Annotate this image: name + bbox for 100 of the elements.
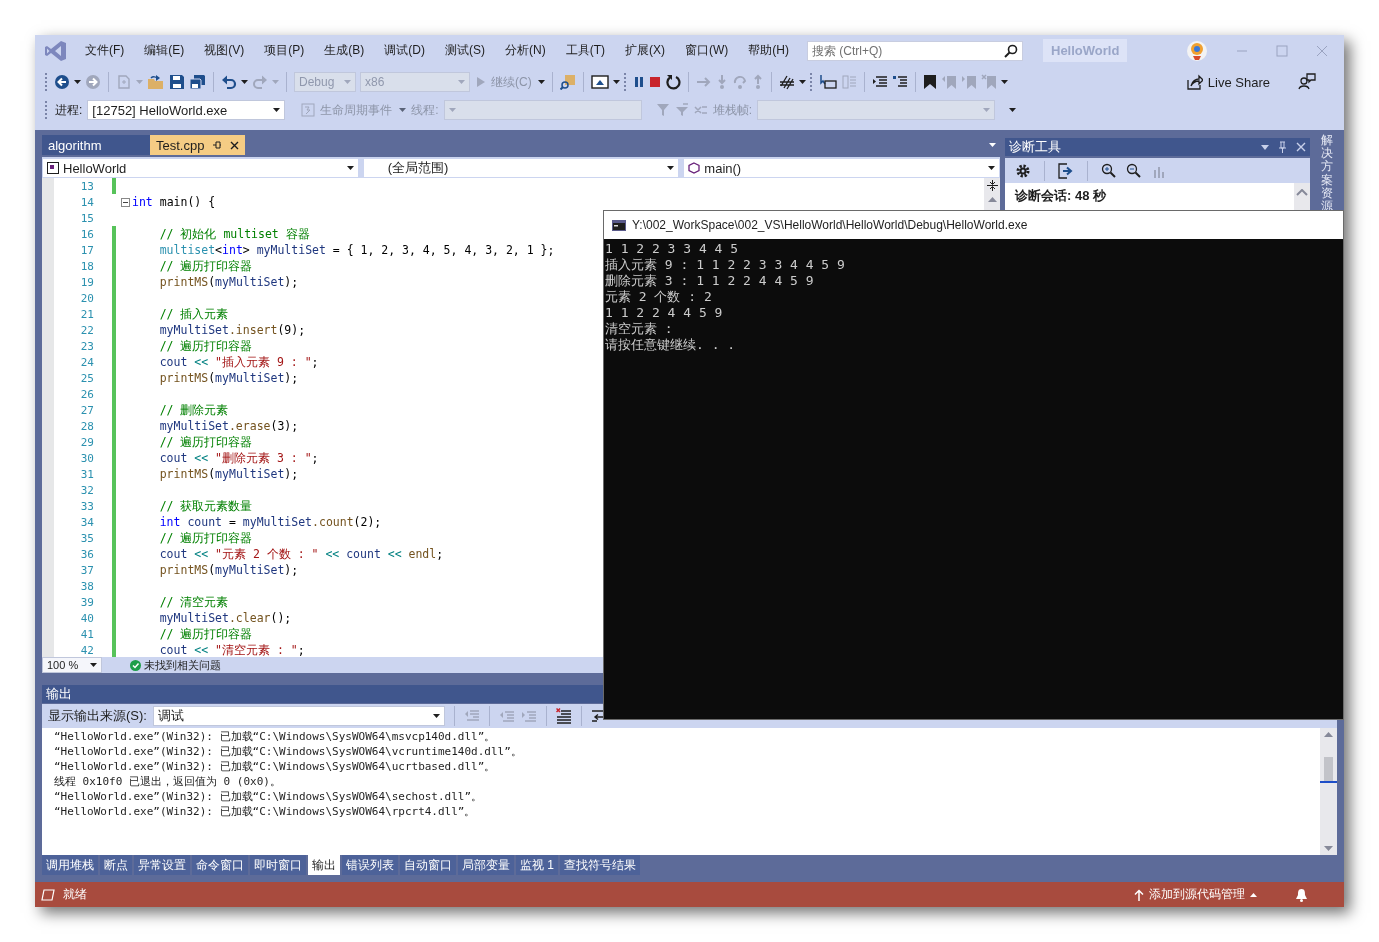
save-all-icon[interactable] (189, 74, 206, 90)
toolbar-grip[interactable] (45, 73, 50, 91)
line-number: 14 (79, 195, 94, 209)
stop-icon[interactable] (648, 76, 661, 88)
split-icon[interactable] (986, 180, 998, 191)
toolbar-grip[interactable] (45, 101, 50, 119)
source-control-button[interactable]: 添加到源代码管理 (1132, 886, 1259, 903)
hatched-icon[interactable] (778, 74, 795, 90)
menu-item[interactable]: 视图(V) (194, 39, 255, 62)
line-number: 25 (79, 371, 94, 385)
tool-window-tab[interactable]: 即时窗口 (250, 855, 306, 875)
indent-icon[interactable] (871, 74, 888, 90)
clear-all-icon[interactable] (555, 708, 572, 724)
tool-window-tab[interactable]: 命令窗口 (192, 855, 248, 875)
avatar-icon[interactable] (1186, 39, 1208, 62)
tool-window-tab[interactable]: 输出 (308, 855, 340, 875)
export-icon[interactable] (1058, 162, 1074, 179)
window-icon[interactable] (590, 74, 609, 90)
live-share-button[interactable]: Live Share (1184, 74, 1272, 90)
output-source-label: 显示输出来源(S): (48, 707, 147, 725)
menu-item[interactable]: 工具(T) (555, 39, 615, 62)
dropdown-icon[interactable] (1261, 144, 1269, 150)
menu-item[interactable]: 调试(D) (374, 39, 435, 62)
editor-tab[interactable]: algorithm (42, 135, 150, 155)
restart-icon[interactable] (664, 74, 681, 90)
member-dropdown[interactable]: main() (683, 158, 1000, 178)
caret-icon[interactable] (273, 108, 281, 112)
tool-window-tab[interactable]: 异常设置 (134, 855, 190, 875)
caret-icon[interactable] (537, 80, 545, 84)
code-line: myMultiSet.insert(9); (158, 323, 306, 337)
search-icon[interactable] (1004, 43, 1018, 58)
tool-window-tab[interactable]: 调用堆栈 (42, 855, 98, 875)
caret-icon[interactable] (346, 166, 354, 170)
menu-item[interactable]: 文件(F) (75, 39, 135, 62)
console-line: 请按任意键继续. . . (605, 337, 737, 353)
back-icon[interactable] (54, 74, 70, 90)
line-number: 37 (79, 563, 94, 577)
tool-window-tab[interactable]: 查找符号结果 (560, 855, 640, 875)
menu-item[interactable]: 编辑(E) (134, 39, 195, 62)
caret-icon[interactable] (432, 714, 440, 718)
caret-icon[interactable] (1009, 108, 1017, 112)
scroll-up-icon[interactable] (987, 197, 997, 202)
tool-window-tab[interactable]: 监视 1 (516, 855, 558, 875)
menu-item[interactable]: 分析(N) (495, 39, 556, 62)
toolbar-grip[interactable] (623, 73, 629, 91)
panel-title: 诊断工具 (1009, 138, 1061, 156)
menu-item[interactable]: 窗口(W) (675, 39, 739, 62)
scroll-up-icon[interactable] (1324, 732, 1333, 737)
tool-window-tab[interactable]: 自动窗口 (400, 855, 456, 875)
output-line: “HelloWorld.exe”(Win32): 已加载“C:\Windows\SysWOW64\sechost.dll”。 (54, 789, 484, 804)
caret-icon[interactable] (1000, 80, 1008, 84)
open-folder-icon[interactable] (147, 74, 165, 90)
editor-tab[interactable]: Test.cpp (150, 135, 246, 155)
output-source-dropdown[interactable]: 调试 (152, 706, 445, 726)
menu-item[interactable]: 测试(S) (435, 39, 495, 62)
collapse-icon[interactable] (121, 197, 130, 207)
zoom-out-icon[interactable] (1126, 163, 1141, 178)
notification-icon[interactable] (1295, 887, 1308, 902)
code-line: cout << "插入元素 9 : "; (158, 354, 319, 370)
cursor-box-icon[interactable] (818, 74, 837, 90)
code-line: // 遍历打印容器 (158, 626, 253, 642)
scope-dropdown[interactable]: (全局范围) (362, 158, 680, 178)
pause-icon[interactable] (632, 76, 645, 88)
scrollbar-thumb[interactable] (1324, 757, 1333, 781)
menu-item[interactable]: 项目(P) (254, 39, 315, 62)
caret-icon[interactable] (90, 663, 97, 667)
settings-icon[interactable] (1015, 162, 1031, 179)
menu-item[interactable]: 帮助(H) (738, 39, 799, 62)
scroll-up-icon[interactable] (1296, 189, 1308, 196)
caret-icon[interactable] (74, 80, 81, 84)
zoom-dropdown[interactable]: 100 % (42, 657, 102, 673)
code-line: multiset<int> myMultiSet = { 1, 2, 3, 4, 5, 4, 3, 2, 1 }; (158, 243, 555, 257)
pin-icon[interactable] (212, 140, 223, 150)
search-field[interactable]: 搜索 (Ctrl+Q) (807, 40, 1023, 61)
project-dropdown[interactable]: HelloWorld (42, 158, 359, 178)
caret-icon[interactable] (241, 80, 248, 84)
menu-item[interactable]: 生成(B) (314, 39, 375, 62)
caret-icon[interactable] (667, 166, 675, 170)
close-icon[interactable] (230, 140, 240, 150)
caret-icon[interactable] (612, 80, 620, 84)
feedback-icon[interactable] (1298, 73, 1316, 91)
tool-window-tab[interactable]: 断点 (100, 855, 132, 875)
undo-icon[interactable] (221, 74, 237, 90)
process-dropdown[interactable]: [12752] HelloWorld.exe (87, 100, 286, 120)
menu-item[interactable]: 扩展(X) (615, 39, 675, 62)
caret-icon[interactable] (988, 166, 995, 170)
code-line: printMS(myMultiSet); (158, 371, 299, 385)
find-icon[interactable] (559, 74, 576, 90)
toolbar-grip[interactable] (809, 73, 815, 91)
vs-logo-icon (45, 39, 67, 62)
zoom-in-icon[interactable] (1101, 163, 1116, 178)
caret-icon[interactable] (798, 80, 806, 84)
tool-window-tab[interactable]: 局部变量 (458, 855, 514, 875)
save-icon[interactable] (169, 74, 185, 90)
bookmark-icon[interactable] (922, 74, 937, 90)
output-line: “HelloWorld.exe”(Win32): 已加载“C:\Windows\SysWOW64\msvcp140d.dll”。 (54, 729, 497, 744)
line-number: 23 (79, 339, 94, 353)
tool-window-tab[interactable]: 错误列表 (342, 855, 398, 875)
outdent-icon[interactable] (891, 74, 908, 90)
scroll-down-icon[interactable] (1324, 846, 1333, 851)
